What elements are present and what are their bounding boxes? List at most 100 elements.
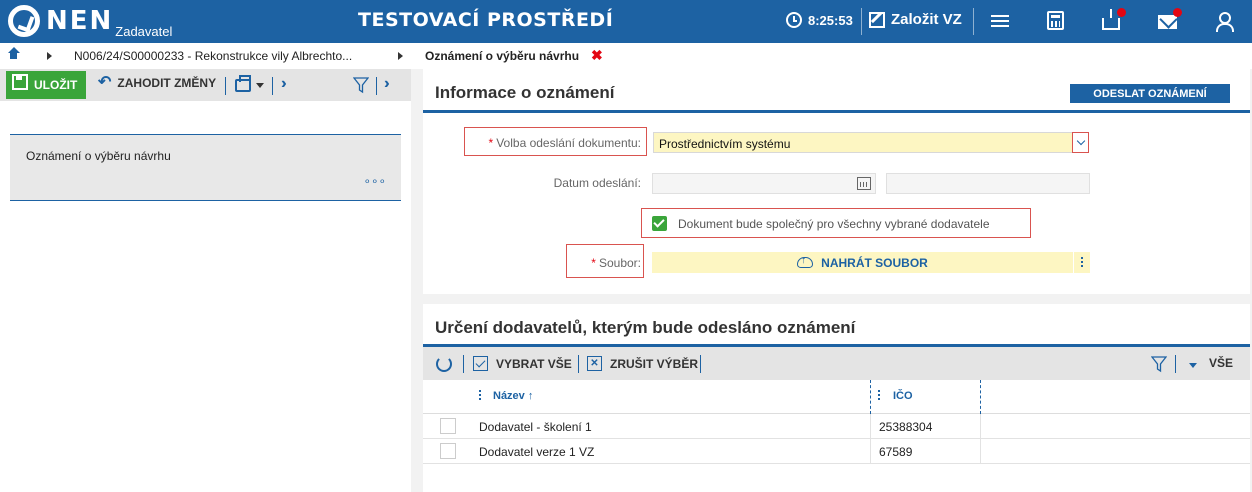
table-row[interactable]: Dodavatel verze 1 VZ 67589 xyxy=(423,439,1250,464)
common-document-checkbox[interactable] xyxy=(652,216,667,231)
breadcrumb-item[interactable]: N006/24/S00000233 - Rekonstrukce vily Al… xyxy=(74,49,352,63)
collapse-panel-icon[interactable]: ›› xyxy=(384,75,388,93)
toolbar-separator xyxy=(578,355,579,373)
cell-divider xyxy=(980,439,981,464)
info-section-title: Informace o oznámení xyxy=(435,83,615,102)
print-icon[interactable] xyxy=(235,75,251,92)
column-header-name[interactable]: Název ↑ xyxy=(493,390,533,402)
view-dropdown-icon[interactable] xyxy=(1189,363,1197,368)
print-dropdown-icon[interactable] xyxy=(256,83,264,88)
refresh-icon[interactable] xyxy=(436,356,452,372)
table-row[interactable]: Dodavatel - školení 1 25388304 xyxy=(423,414,1250,439)
environment-title: TESTOVACÍ PROSTŘEDÍ xyxy=(358,9,614,31)
breadcrumb-current: Oznámení o výběru návrhu xyxy=(425,49,580,63)
section-divider xyxy=(423,110,1250,113)
clock-icon xyxy=(786,12,802,28)
file-label: * Soubor: xyxy=(591,256,641,270)
top-bar: NEN Zadavatel TESTOVACÍ PROSTŘEDÍ 8:25:5… xyxy=(0,0,1252,43)
upload-file-label: NAHRÁT SOUBOR xyxy=(821,255,928,270)
deselect-label: ZRUŠIT VÝBĚR xyxy=(610,356,699,371)
left-panel: ULOŽIT ↶ ZAHODIT ZMĚNY ›› ›› Oznámení o … xyxy=(0,69,411,492)
upload-file-button[interactable]: NAHRÁT SOUBOR xyxy=(652,252,1073,273)
toolbar-separator xyxy=(1175,355,1176,373)
select-all-button[interactable]: VYBRAT VŠE xyxy=(473,356,572,371)
chevron-down-icon[interactable] xyxy=(1072,132,1089,153)
select-all-label: VYBRAT VŠE xyxy=(496,356,572,371)
view-all-button[interactable]: VŠE xyxy=(1209,356,1233,370)
filter-icon[interactable] xyxy=(353,77,369,94)
undo-icon: ↶ xyxy=(98,74,112,91)
column-menu-icon[interactable] xyxy=(479,390,481,392)
supplier-name: Dodavatel - školení 1 xyxy=(479,420,592,434)
column-header-ico[interactable]: IČO xyxy=(893,390,913,402)
toolbar-separator xyxy=(463,355,464,373)
mail-notification-badge xyxy=(1173,8,1182,17)
more-vertical-icon xyxy=(1081,257,1083,259)
toolbar-separator xyxy=(376,77,377,95)
cell-divider xyxy=(980,414,981,439)
row-checkbox[interactable] xyxy=(440,418,456,434)
calendar-icon[interactable] xyxy=(857,177,871,190)
cell-divider xyxy=(870,439,871,464)
close-tab-icon[interactable]: ✖ xyxy=(591,47,603,64)
supplier-ico: 67589 xyxy=(879,445,913,459)
calculator-icon[interactable] xyxy=(1047,11,1064,30)
floppy-icon xyxy=(12,74,28,90)
toolbar-separator xyxy=(861,8,862,35)
breadcrumb: N006/24/S00000233 - Rekonstrukce vily Al… xyxy=(0,43,1252,69)
send-time-input[interactable] xyxy=(886,173,1090,194)
main-content: Informace o oznámení ODESLAT OZNÁMENÍ * V… xyxy=(419,69,1252,492)
user-icon[interactable] xyxy=(1216,12,1234,32)
expand-chevron-icon[interactable]: ›› xyxy=(281,75,285,93)
toolbar-separator xyxy=(225,77,226,95)
suppliers-section-title: Určení dodavatelů, kterým bude odesláno … xyxy=(435,318,856,337)
document-card-title: Oznámení o výběru návrhu xyxy=(26,149,171,163)
row-checkbox[interactable] xyxy=(440,443,456,459)
logo-text: NEN xyxy=(46,6,114,36)
home-icon[interactable] xyxy=(7,47,20,61)
send-method-select[interactable]: Prostřednictvím systému xyxy=(653,132,1089,153)
send-method-label: * Volba odeslání dokumentu: xyxy=(488,136,641,150)
save-label: ULOŽIT xyxy=(34,78,78,92)
toolbar-separator xyxy=(973,8,974,35)
app-logo[interactable]: NEN Zadavatel xyxy=(8,5,172,39)
inbox-notification-badge xyxy=(1117,8,1126,17)
view-all-label: VŠE xyxy=(1209,356,1234,370)
breadcrumb-arrow-icon xyxy=(398,52,403,60)
info-section: Informace o oznámení ODESLAT OZNÁMENÍ * V… xyxy=(423,69,1250,294)
mail-icon[interactable] xyxy=(1158,15,1177,29)
filter-icon[interactable] xyxy=(1151,356,1167,373)
send-date-input[interactable] xyxy=(652,173,876,194)
common-document-label: Dokument bude společný pro všechny vybra… xyxy=(678,217,990,231)
send-date-label: Datum odeslání: xyxy=(553,176,641,190)
inbox-icon[interactable] xyxy=(1102,9,1120,30)
breadcrumb-arrow-icon xyxy=(47,52,52,60)
document-card[interactable]: Oznámení o výběru návrhu ∘∘∘ xyxy=(10,134,401,201)
select-all-icon xyxy=(473,356,488,371)
cloud-upload-icon xyxy=(797,255,814,268)
deselect-button[interactable]: ✕ ZRUŠIT VÝBĚR xyxy=(587,356,698,371)
sort-ascending-icon: ↑ xyxy=(527,390,534,402)
column-menu-icon[interactable] xyxy=(878,390,880,392)
session-clock: 8:25:53 xyxy=(786,12,853,28)
column-divider[interactable] xyxy=(980,380,981,414)
create-vz-label: Založit VZ xyxy=(891,11,962,28)
deselect-icon: ✕ xyxy=(587,356,602,371)
save-button[interactable]: ULOŽIT xyxy=(6,71,86,99)
nen-logo-icon xyxy=(8,5,40,37)
discard-label: ZAHODIT ZMĚNY xyxy=(117,76,217,90)
column-divider[interactable] xyxy=(870,380,871,414)
send-method-value: Prostřednictvím systému xyxy=(659,137,791,151)
more-options-icon[interactable]: ∘∘∘ xyxy=(363,174,386,188)
table-toolbar: VYBRAT VŠE ✕ ZRUŠIT VÝBĚR VŠE xyxy=(423,347,1250,380)
cell-divider xyxy=(870,414,871,439)
supplier-name: Dodavatel verze 1 VZ xyxy=(479,445,595,459)
discard-changes-button[interactable]: ↶ ZAHODIT ZMĚNY xyxy=(98,74,217,91)
menu-icon[interactable] xyxy=(991,12,1013,32)
suppliers-section: Určení dodavatelů, kterým bude odesláno … xyxy=(423,304,1250,492)
upload-more-button[interactable] xyxy=(1073,252,1090,273)
send-notice-button[interactable]: ODESLAT OZNÁMENÍ xyxy=(1070,84,1230,103)
toolbar-separator xyxy=(700,355,701,373)
edit-icon xyxy=(869,11,885,28)
create-vz-button[interactable]: Založit VZ xyxy=(869,11,962,28)
